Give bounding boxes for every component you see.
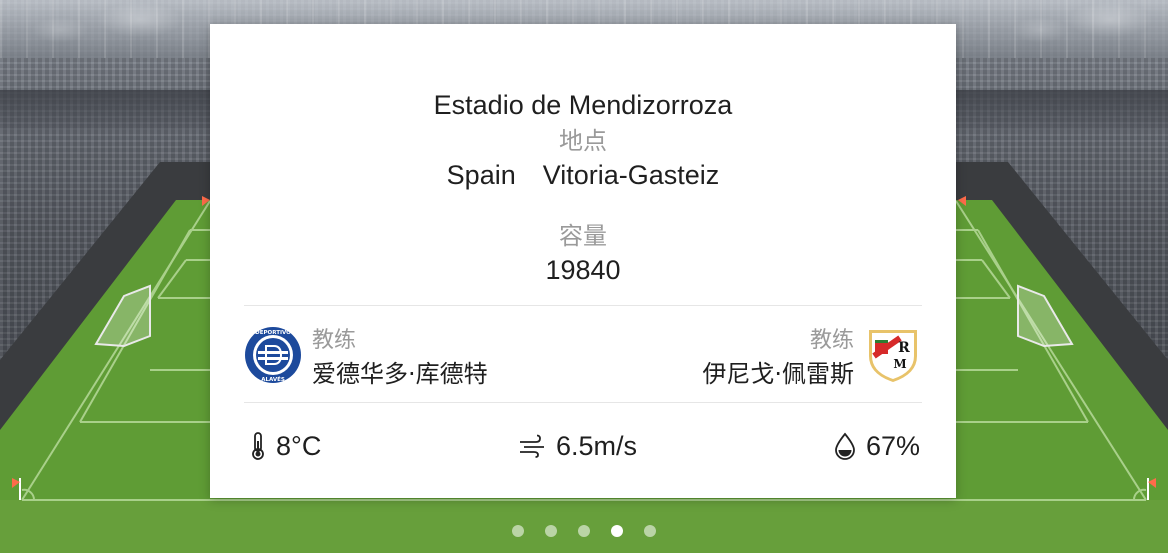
divider — [244, 402, 922, 403]
coach-name: 爱德华多·库德特 — [312, 360, 488, 388]
venue-name: Estadio de Mendizorroza — [433, 90, 733, 120]
pager-dot[interactable] — [644, 525, 656, 537]
venue-card: Estadio de Mendizorroza 地点 Spain Vitoria… — [210, 24, 956, 498]
thermometer-icon — [252, 432, 264, 460]
pager-dot[interactable] — [545, 525, 557, 537]
humidity: 67% — [834, 428, 920, 464]
svg-text:DEPORTIVO: DEPORTIVO — [255, 330, 291, 336]
away-coach: R M 教练 伊尼戈·佩雷斯 — [592, 322, 922, 388]
svg-text:M: M — [893, 357, 906, 371]
svg-text:R: R — [898, 340, 910, 356]
location-label: 地点 — [559, 127, 607, 155]
wind-icon — [520, 434, 544, 458]
carousel-pager — [0, 525, 1168, 537]
coach-label: 教练 — [312, 328, 357, 353]
temperature-value: 8°C — [276, 430, 322, 461]
svg-text:ALAVÉS: ALAVÉS — [261, 375, 285, 383]
humidity-value: 67% — [865, 430, 920, 461]
water-drop-icon — [835, 432, 855, 460]
pager-dot[interactable] — [578, 525, 590, 537]
coach-label: 教练 — [809, 328, 854, 353]
rayo-vallecano-crest-icon: R M — [864, 326, 922, 384]
wind: 6.5m/s — [518, 428, 637, 464]
home-coach: DEPORTIVO ALAVÉS 教练 爱德华多·库德特 — [244, 322, 574, 388]
capacity-label: 容量 — [559, 222, 607, 250]
capacity-value: 19840 — [545, 255, 621, 285]
location-value: Spain Vitoria-Gasteiz — [446, 160, 720, 190]
alaves-crest-icon: DEPORTIVO ALAVÉS — [244, 326, 302, 384]
divider — [244, 305, 922, 306]
coach-name: 伊尼戈·佩雷斯 — [702, 360, 854, 388]
pager-dot-active[interactable] — [611, 525, 623, 537]
temperature: 8°C — [250, 428, 321, 464]
wind-value: 6.5m/s — [556, 430, 638, 461]
pager-dot[interactable] — [512, 525, 524, 537]
